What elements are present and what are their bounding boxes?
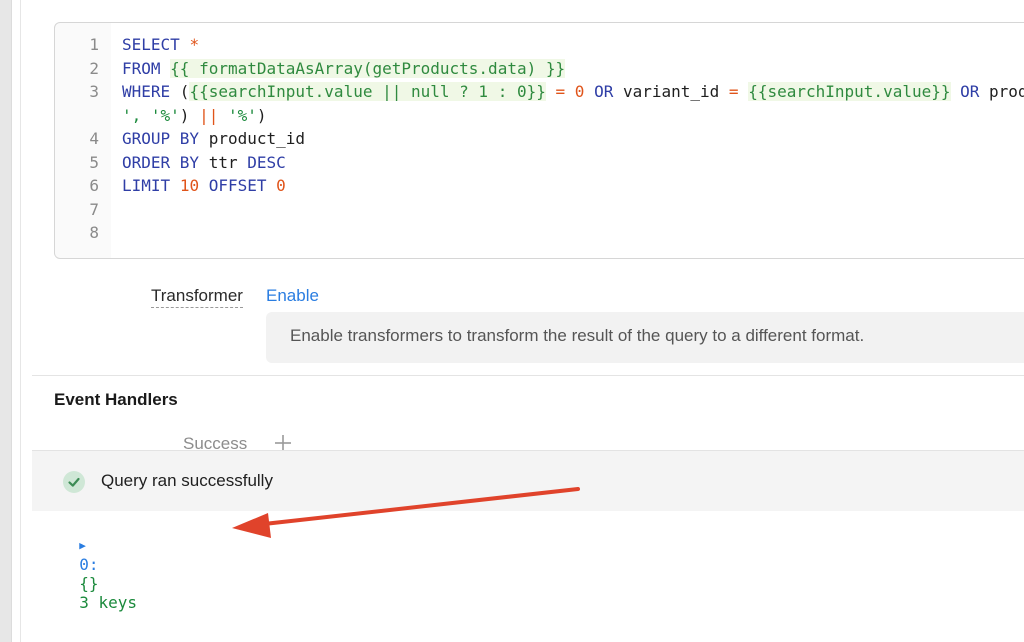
result-key: 0: bbox=[79, 555, 99, 574]
code-line[interactable]: ', '%') || '%') bbox=[55, 104, 1024, 128]
code-token: SELECT bbox=[122, 35, 190, 54]
code-line[interactable]: 8 bbox=[55, 221, 1024, 245]
code-token: ) bbox=[256, 105, 267, 125]
code-token: ', '%' bbox=[122, 105, 180, 125]
code-line[interactable]: 1 SELECT * bbox=[55, 33, 1024, 57]
result-tree-row[interactable]: ▶ 0: {} 3 keys bbox=[60, 517, 137, 612]
code-line[interactable]: 3 WHERE ({{searchInput.value || null ? 1 … bbox=[55, 80, 1024, 104]
line-number: 3 bbox=[89, 82, 99, 101]
code-token: GROUP BY bbox=[122, 129, 200, 148]
left-gutter bbox=[0, 0, 12, 642]
line-number: 4 bbox=[89, 129, 99, 148]
section-divider bbox=[32, 375, 1024, 376]
code-line[interactable]: 2 FROM {{ formatDataAsArray(getProducts.d… bbox=[55, 57, 1024, 81]
code-token: || bbox=[199, 105, 219, 125]
code-token: FROM bbox=[122, 58, 171, 78]
transformer-info-box: Enable transformers to transform the res… bbox=[266, 312, 1024, 363]
success-check-icon bbox=[63, 471, 85, 493]
left-rail bbox=[20, 0, 21, 642]
enable-transformer-link[interactable]: Enable bbox=[266, 286, 319, 306]
sql-editor[interactable]: 1 SELECT * 2 FROM {{ formatDataAsArray(getP… bbox=[54, 22, 1024, 259]
code-token: OR bbox=[594, 82, 614, 101]
code-token: product_id bbox=[199, 129, 306, 148]
line-number: 5 bbox=[89, 152, 99, 172]
query-status-bar: Query ran successfully bbox=[32, 450, 1024, 511]
code-token: variant_id bbox=[613, 82, 729, 101]
code-text: WHERE ({{searchInput.value || null ? 1 :… bbox=[122, 80, 1024, 104]
code-token: DESC bbox=[247, 152, 286, 172]
code-token: 10 bbox=[179, 176, 200, 195]
code-token: {{ formatDataAsArray(getProducts.data) }… bbox=[170, 58, 566, 78]
code-text: SELECT * bbox=[122, 33, 199, 57]
code-text: ', '%') || '%') bbox=[122, 104, 267, 128]
code-token: '%' bbox=[227, 105, 257, 125]
line-number: 8 bbox=[89, 223, 99, 242]
code-token: LIMIT bbox=[122, 176, 171, 195]
code-token: 0 bbox=[574, 82, 585, 101]
code-token: * bbox=[189, 35, 200, 54]
expand-triangle-icon[interactable]: ▶ bbox=[79, 539, 86, 552]
code-text: LIMIT 10 OFFSET 0 bbox=[122, 174, 286, 198]
code-text: FROM {{ formatDataAsArray(getProducts.da… bbox=[122, 57, 566, 81]
line-number: 1 bbox=[89, 35, 99, 54]
line-number: 2 bbox=[89, 58, 99, 78]
code-line[interactable]: 5 ORDER BY ttr DESC bbox=[55, 151, 1024, 175]
code-token: = bbox=[728, 82, 739, 101]
code-token: {{searchInput.value || null ? 1 : 0}} bbox=[189, 82, 546, 101]
code-token: OR bbox=[960, 82, 980, 101]
code-text: GROUP BY product_id bbox=[122, 127, 305, 151]
code-line[interactable]: 4 GROUP BY product_id bbox=[55, 127, 1024, 151]
code-token: = bbox=[555, 82, 566, 101]
code-line[interactable]: 6 LIMIT 10 OFFSET 0 bbox=[55, 174, 1024, 198]
code-line[interactable]: 7 bbox=[55, 198, 1024, 222]
code-token: {{searchInput.value}} bbox=[748, 82, 951, 101]
code-token: product_name LIKE ('%' || bbox=[989, 82, 1024, 101]
transformer-description: Enable transformers to transform the res… bbox=[290, 326, 865, 345]
code-token: 0 bbox=[276, 176, 286, 195]
code-token: ORDER BY bbox=[122, 152, 200, 172]
code-token: OFFSET bbox=[208, 176, 267, 195]
line-number: 7 bbox=[89, 199, 99, 219]
event-handlers-title: Event Handlers bbox=[54, 390, 178, 409]
code-token: ttr bbox=[199, 152, 248, 172]
result-summary: 3 keys bbox=[79, 593, 138, 612]
transformer-label: Transformer bbox=[151, 286, 243, 308]
code-token: ) bbox=[179, 105, 200, 125]
code-token: WHERE bbox=[122, 82, 180, 101]
status-message: Query ran successfully bbox=[101, 471, 273, 490]
code-token: ( bbox=[179, 82, 190, 101]
code-text: ORDER BY ttr DESC bbox=[122, 151, 286, 175]
result-type: {} bbox=[79, 574, 99, 593]
line-number: 6 bbox=[89, 176, 99, 195]
